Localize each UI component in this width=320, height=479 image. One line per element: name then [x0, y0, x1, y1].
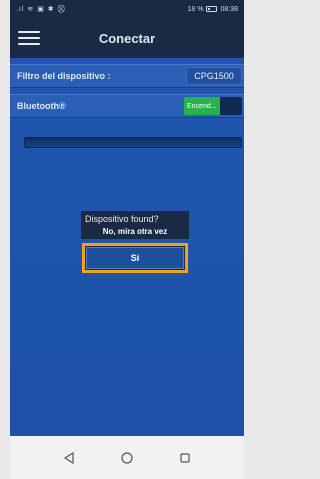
device-filter-label: Filtro del dispositivo :	[17, 71, 111, 81]
clock: 08:38	[220, 5, 238, 13]
bluetooth-toggle-label: Encend...	[184, 97, 220, 115]
device-found-dialog: Dispositivo found? No, mira otra vez	[81, 211, 189, 239]
device-filter-input[interactable]: CPG1500	[186, 67, 242, 85]
bluetooth-toggle-knob	[220, 97, 242, 115]
battery-icon	[206, 6, 218, 12]
scan-progress-bar	[24, 137, 242, 148]
status-bar: .ıl ≋ ▣ ✱ ⛒ 18 % 08:38	[10, 0, 244, 18]
signal-indicators: .ıl ≋ ▣ ✱ ⛒	[16, 5, 66, 13]
yes-button[interactable]: Si	[86, 247, 184, 269]
app-bar: Conectar	[10, 18, 244, 58]
dialog-title: Dispositivo found?	[81, 211, 189, 226]
phone-screen: .ıl ≋ ▣ ✱ ⛒ 18 % 08:38 Conectar Filtro d…	[10, 0, 244, 479]
hamburger-menu-icon[interactable]	[18, 31, 40, 45]
android-nav-bar	[10, 436, 244, 479]
battery-percent: 18 %	[187, 5, 204, 13]
yes-button-highlight: Si	[82, 243, 188, 273]
status-right: 18 % 08:38	[188, 6, 239, 13]
main-content: Filtro del dispositivo : CPG1500 Bluetoo…	[10, 58, 244, 436]
home-circle-icon[interactable]	[120, 451, 134, 465]
page-title: Conectar	[98, 30, 156, 46]
bluetooth-row: Bluetooth® Encend...	[10, 94, 244, 118]
bluetooth-toggle[interactable]: Encend...	[184, 97, 242, 115]
back-triangle-icon[interactable]	[62, 451, 76, 465]
search-again-button[interactable]: No, mira otra vez	[81, 226, 189, 239]
bluetooth-label: Bluetooth®	[17, 101, 66, 111]
recent-square-icon[interactable]	[178, 451, 192, 465]
device-filter-row: Filtro del dispositivo : CPG1500	[10, 64, 244, 88]
